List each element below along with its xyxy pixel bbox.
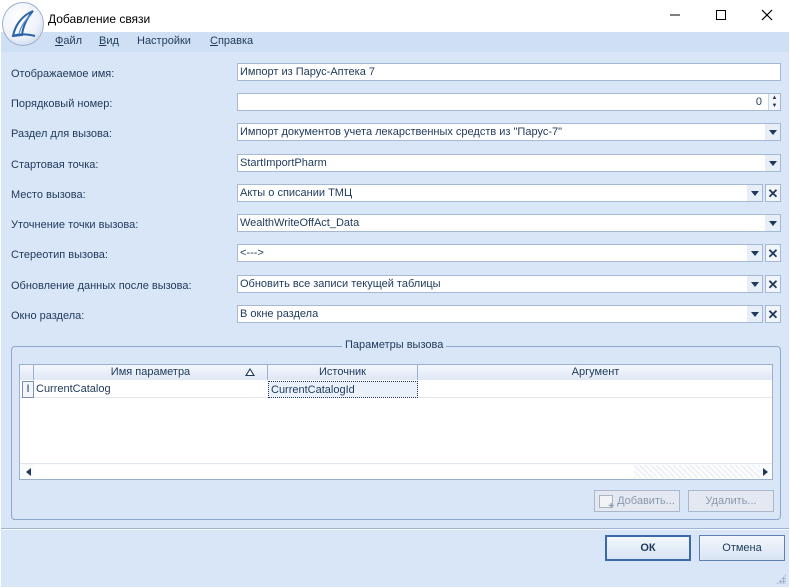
scroll-thumb[interactable] [34,465,634,478]
horizontal-scrollbar[interactable] [20,463,772,479]
chevron-down-icon[interactable] [747,185,762,201]
dialog-separator [1,528,789,530]
window-title: Добавление связи [48,12,151,26]
row-selector-header[interactable] [20,365,34,380]
start-point-dropdown[interactable]: StartImportPharm [237,154,781,172]
dialog-client-area: Файл Вид Настройки Справка Отображаемое … [1,32,789,587]
menu-help[interactable]: Справка [210,35,253,47]
chevron-down-icon[interactable] [765,215,780,231]
resize-grip-icon[interactable] [776,574,786,584]
menu-view[interactable]: Вид [99,35,119,47]
row-edit-indicator-icon[interactable]: I [22,381,34,398]
chevron-down-icon[interactable] [747,245,762,261]
call-point-detail-label: Уточнение точки вызова: [11,219,139,231]
parameters-grid[interactable]: Имя параметра Источник Аргумент I Curren… [19,364,773,480]
chevron-down-icon[interactable] [747,276,762,292]
clear-x-icon: ✕ [767,276,779,292]
param-name-cell[interactable]: CurrentCatalog [34,381,268,398]
clear-x-icon: ✕ [767,185,779,201]
scroll-track[interactable] [634,465,760,478]
stereotype-dropdown[interactable]: <---> [237,244,763,262]
app-logo-icon[interactable] [2,2,44,46]
cancel-button[interactable]: Отмена [699,535,785,561]
menu-settings[interactable]: Настройки [137,35,191,47]
section-window-dropdown[interactable]: В окне раздела [237,305,763,323]
section-dropdown[interactable]: Импорт документов учета лекарственных ср… [237,123,781,141]
call-place-clear-button[interactable]: ✕ [765,184,781,202]
maximize-button[interactable] [698,0,744,30]
call-point-detail-dropdown[interactable]: WealthWriteOffAct_Data [237,214,781,232]
column-header-name[interactable]: Имя параметра [34,365,268,380]
close-icon [761,9,773,21]
order-number-label: Порядковый номер: [11,98,113,110]
display-name-label: Отображаемое имя: [11,68,115,80]
order-number-spinner[interactable]: 0 ▲ ▼ [237,93,781,111]
spinner-arrows-icon[interactable]: ▲ ▼ [768,94,780,110]
column-header-source[interactable]: Источник [268,365,418,380]
group-title: Параметры вызова [342,339,447,351]
start-point-label: Стартовая точка: [11,159,99,171]
column-header-argument[interactable]: Аргумент [418,365,772,380]
section-window-label: Окно раздела: [11,310,85,322]
sort-ascending-icon [245,368,255,376]
add-record-icon [599,494,614,512]
call-place-label: Место вызова: [11,189,86,201]
call-parameters-group: Параметры вызова Имя параметра Источник … [11,339,781,520]
table-row[interactable]: I CurrentCatalog CurrentCatalogId [20,381,772,398]
ok-button[interactable]: ОК [605,535,691,561]
chevron-down-icon[interactable] [765,124,780,140]
maximize-icon [716,10,726,20]
refresh-after-label: Обновление данных после вызова: [11,280,192,292]
minimize-button[interactable] [652,0,698,30]
menu-bar: Файл Вид Настройки Справка [1,32,789,52]
minimize-icon [670,14,680,16]
param-source-cell[interactable]: CurrentCatalogId [268,381,418,398]
stereotype-clear-button[interactable]: ✕ [765,244,781,262]
call-place-dropdown[interactable]: Акты о списании ТМЦ [237,184,763,202]
scroll-left-icon[interactable] [26,468,31,476]
menu-file[interactable]: Файл [55,35,82,47]
clear-x-icon: ✕ [767,306,779,322]
close-button[interactable] [744,0,790,30]
title-bar: Добавление связи [0,0,790,46]
section-window-clear-button[interactable]: ✕ [765,305,781,323]
refresh-after-dropdown[interactable]: Обновить все записи текущей таблицы [237,275,763,293]
scroll-right-icon[interactable] [763,468,768,476]
grid-header: Имя параметра Источник Аргумент [20,365,772,380]
add-parameter-button[interactable]: Добавить... [594,490,680,512]
display-name-input[interactable]: Импорт из Парус-Аптека 7 [237,63,781,81]
refresh-after-clear-button[interactable]: ✕ [765,275,781,293]
param-argument-cell[interactable] [418,381,772,398]
stereotype-label: Стереотип вызова: [11,249,108,261]
chevron-down-icon[interactable] [747,306,762,322]
clear-x-icon: ✕ [767,245,779,261]
chevron-down-icon[interactable] [765,155,780,171]
section-label: Раздел для вызова: [11,128,112,140]
delete-parameter-button[interactable]: Удалить... [688,490,774,512]
